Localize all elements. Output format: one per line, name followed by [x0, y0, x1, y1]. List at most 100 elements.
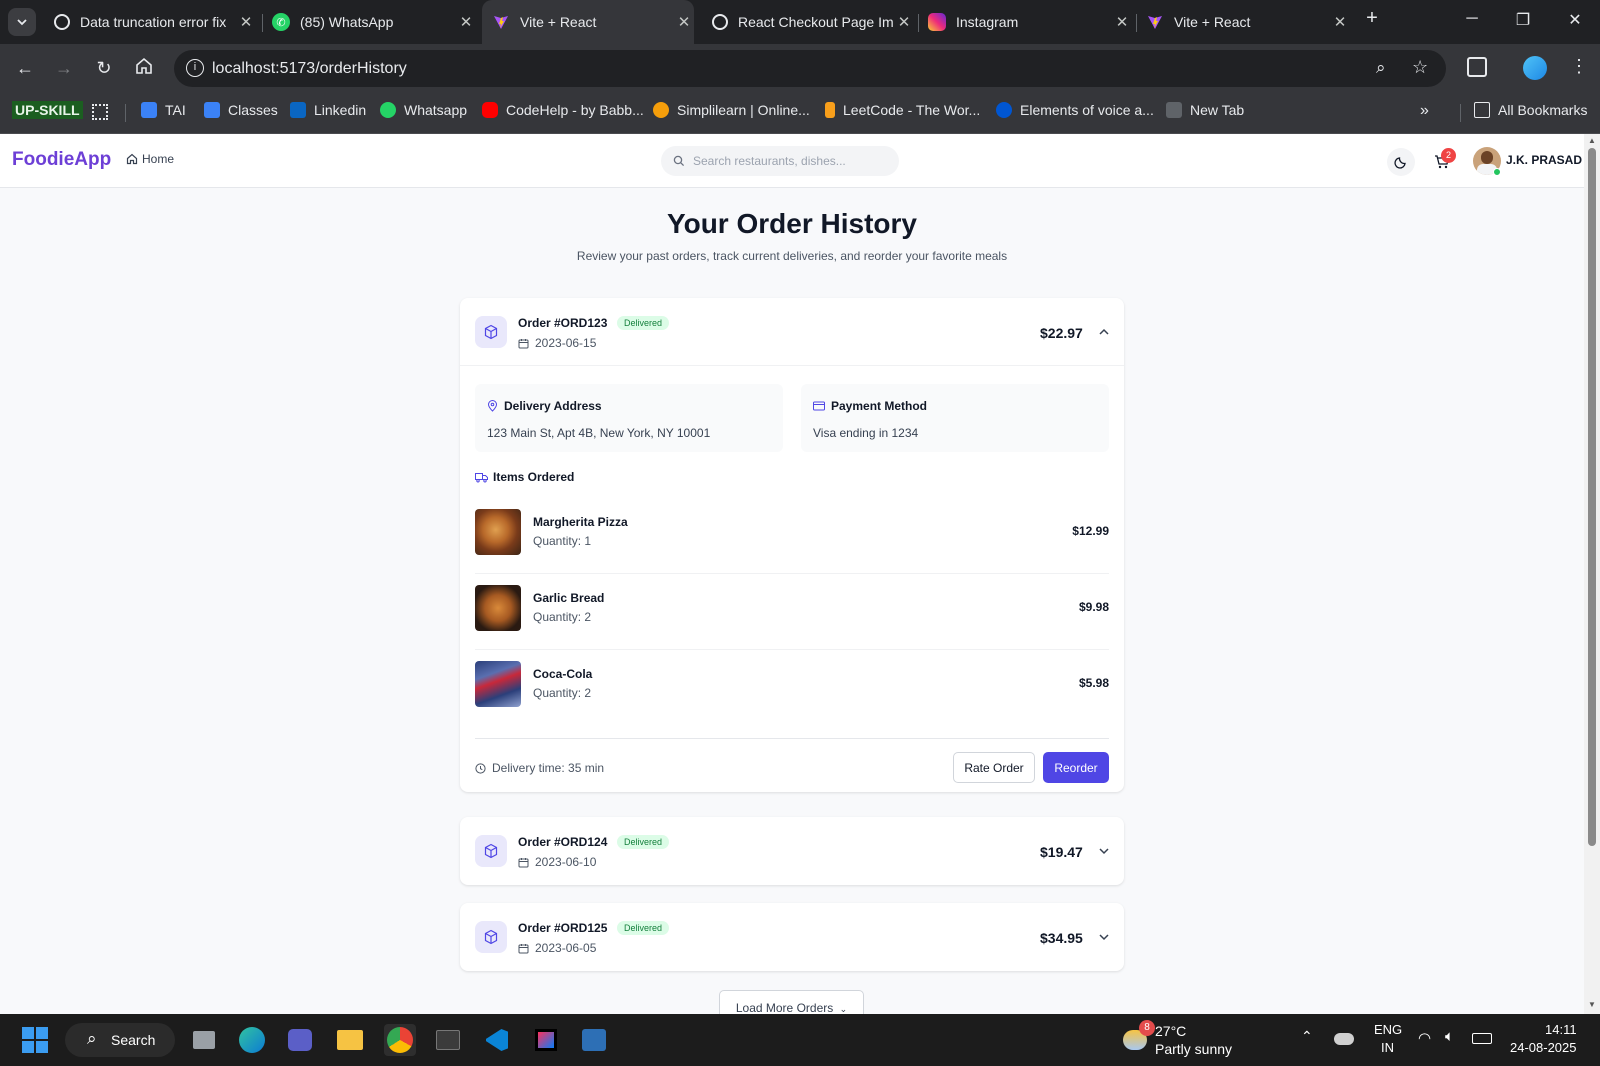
bookmark-upskill[interactable]: UP-SKILL: [12, 101, 83, 119]
battery-icon[interactable]: [1472, 1033, 1492, 1044]
page-scrollbar[interactable]: ▲ ▼: [1584, 134, 1600, 1014]
apps-grid-icon[interactable]: [92, 104, 108, 120]
address-bar[interactable]: i localhost:5173/orderHistory ⌕ ☆: [174, 50, 1446, 87]
bookmark-newtab[interactable]: New Tab: [1166, 102, 1244, 118]
scroll-down-arrow[interactable]: ▼: [1588, 1000, 1596, 1009]
chrome-icon[interactable]: [384, 1024, 416, 1056]
site-info-icon[interactable]: i: [186, 59, 204, 77]
bookmark-linkedin[interactable]: Linkedin: [290, 102, 366, 118]
garlic-bread-image: [475, 585, 521, 631]
load-more-button[interactable]: Load More Orders ⌄: [719, 990, 864, 1014]
chevron-down-icon[interactable]: [1098, 931, 1110, 943]
vscode-icon[interactable]: [481, 1024, 513, 1056]
rate-order-button[interactable]: Rate Order: [953, 752, 1035, 783]
clock-time[interactable]: 14:11: [1545, 1022, 1577, 1037]
chevron-down-icon[interactable]: [1098, 845, 1110, 857]
profile-avatar[interactable]: [1523, 56, 1547, 80]
bookmark-codehelp[interactable]: CodeHelp - by Babb...: [482, 102, 644, 118]
order-item: Coca-Cola Quantity: 2 $5.98: [475, 650, 1109, 726]
bookmark-simplilearn[interactable]: Simplilearn | Online...: [653, 102, 810, 118]
clock-date[interactable]: 24-08-2025: [1510, 1040, 1577, 1055]
edge-icon[interactable]: [236, 1024, 268, 1056]
coca-cola-image: [475, 661, 521, 707]
bookmark-label: LeetCode - The Wor...: [843, 102, 981, 118]
language-top[interactable]: ENG: [1374, 1022, 1402, 1037]
browser-tab[interactable]: ✆ (85) WhatsApp ✕: [264, 0, 476, 44]
status-badge: Delivered: [617, 835, 670, 849]
bookmark-tai[interactable]: TAI: [141, 102, 186, 118]
order-date: 2023-06-10: [518, 855, 596, 869]
intellij-icon[interactable]: [530, 1024, 562, 1056]
bookmark-classes[interactable]: Classes: [204, 102, 278, 118]
bookmark-label: TAI: [165, 102, 186, 118]
file-explorer-icon[interactable]: [334, 1024, 366, 1056]
volume-icon[interactable]: 🔈︎: [1445, 1028, 1454, 1045]
tab-search-button[interactable]: [8, 8, 36, 36]
online-status-dot: [1493, 168, 1501, 176]
chevron-up-icon[interactable]: [1098, 326, 1110, 338]
menu-icon[interactable]: ⋮: [1570, 56, 1588, 77]
browser-tab-active[interactable]: Vite + React ✕: [482, 0, 694, 44]
teams-icon[interactable]: [284, 1024, 316, 1056]
show-hidden-icons-button[interactable]: ⌃: [1301, 1028, 1313, 1045]
close-icon[interactable]: ✕: [894, 13, 914, 31]
payment-method-heading: Payment Method: [813, 399, 927, 413]
order-card[interactable]: Order #ORD125 Delivered 2023-06-05 $34.9…: [460, 903, 1124, 971]
snipping-tool-icon[interactable]: [578, 1024, 610, 1056]
tab-title: Data truncation error fix: [80, 14, 227, 30]
taskbar-search-box[interactable]: ⌕ Search: [65, 1023, 175, 1057]
browser-tab[interactable]: Instagram ✕: [920, 0, 1132, 44]
item-name: Margherita Pizza: [533, 515, 628, 529]
terminal-icon[interactable]: [432, 1024, 464, 1056]
restore-button[interactable]: ❐: [1513, 10, 1533, 30]
weather-temp: 27°C: [1155, 1023, 1187, 1039]
all-bookmarks-button[interactable]: All Bookmarks: [1474, 102, 1587, 118]
language-bottom[interactable]: IN: [1381, 1040, 1394, 1055]
payment-method-label: Payment Method: [831, 399, 928, 413]
user-name[interactable]: J.K. PRASAD: [1506, 153, 1582, 167]
forward-button[interactable]: →: [53, 57, 75, 79]
wifi-icon[interactable]: ◠: [1418, 1029, 1431, 1047]
close-icon[interactable]: ✕: [456, 13, 476, 31]
reload-button[interactable]: ↻: [93, 57, 115, 79]
start-button[interactable]: [19, 1024, 51, 1056]
order-header[interactable]: Order #ORD123 Delivered 2023-06-15 $22.9…: [460, 298, 1124, 366]
browser-tab[interactable]: React Checkout Page Im ✕: [702, 0, 914, 44]
scrollbar-thumb[interactable]: [1588, 148, 1596, 846]
zoom-icon[interactable]: ⌕: [1376, 58, 1386, 78]
weather-widget[interactable]: 8 27°C Partly sunny: [1123, 1020, 1253, 1060]
browser-tab[interactable]: Vite + React ✕: [1138, 0, 1350, 44]
youtube-icon: [482, 102, 498, 118]
package-icon: [475, 835, 507, 867]
bookmark-elements[interactable]: Elements of voice a...: [996, 102, 1154, 118]
tab-title: Instagram: [956, 14, 1019, 30]
reorder-button[interactable]: Reorder: [1043, 752, 1109, 783]
page-title: Your Order History: [667, 208, 917, 239]
close-icon[interactable]: ✕: [674, 13, 694, 31]
close-window-button[interactable]: ✕: [1565, 10, 1585, 30]
task-view-icon[interactable]: [188, 1024, 220, 1056]
close-icon[interactable]: ✕: [1112, 13, 1132, 31]
bookmark-leetcode[interactable]: LeetCode - The Wor...: [825, 102, 980, 118]
new-tab-button[interactable]: +: [1362, 7, 1382, 30]
app-logo[interactable]: FoodieApp: [12, 149, 111, 171]
vite-icon: [492, 13, 510, 31]
onedrive-icon[interactable]: [1334, 1033, 1354, 1045]
browser-tab[interactable]: Data truncation error fix ✕: [44, 0, 256, 44]
order-card[interactable]: Order #ORD124 Delivered 2023-06-10 $19.4…: [460, 817, 1124, 885]
star-icon[interactable]: ☆: [1412, 57, 1428, 78]
bookmark-whatsapp[interactable]: Whatsapp: [380, 102, 467, 118]
close-icon[interactable]: ✕: [1330, 13, 1350, 31]
extensions-icon[interactable]: [1467, 57, 1487, 77]
minimize-button[interactable]: ─: [1462, 10, 1482, 28]
search-box[interactable]: [661, 146, 899, 176]
search-input[interactable]: [693, 154, 883, 168]
back-button[interactable]: ←: [14, 57, 36, 79]
scroll-up-arrow[interactable]: ▲: [1588, 136, 1596, 145]
home-link[interactable]: Home: [126, 152, 174, 166]
bookmarks-overflow-button[interactable]: »: [1420, 102, 1429, 120]
close-icon[interactable]: ✕: [236, 13, 256, 31]
theme-toggle-button[interactable]: [1387, 148, 1415, 176]
home-button[interactable]: [133, 57, 155, 79]
order-number: Order #ORD125: [518, 921, 608, 935]
